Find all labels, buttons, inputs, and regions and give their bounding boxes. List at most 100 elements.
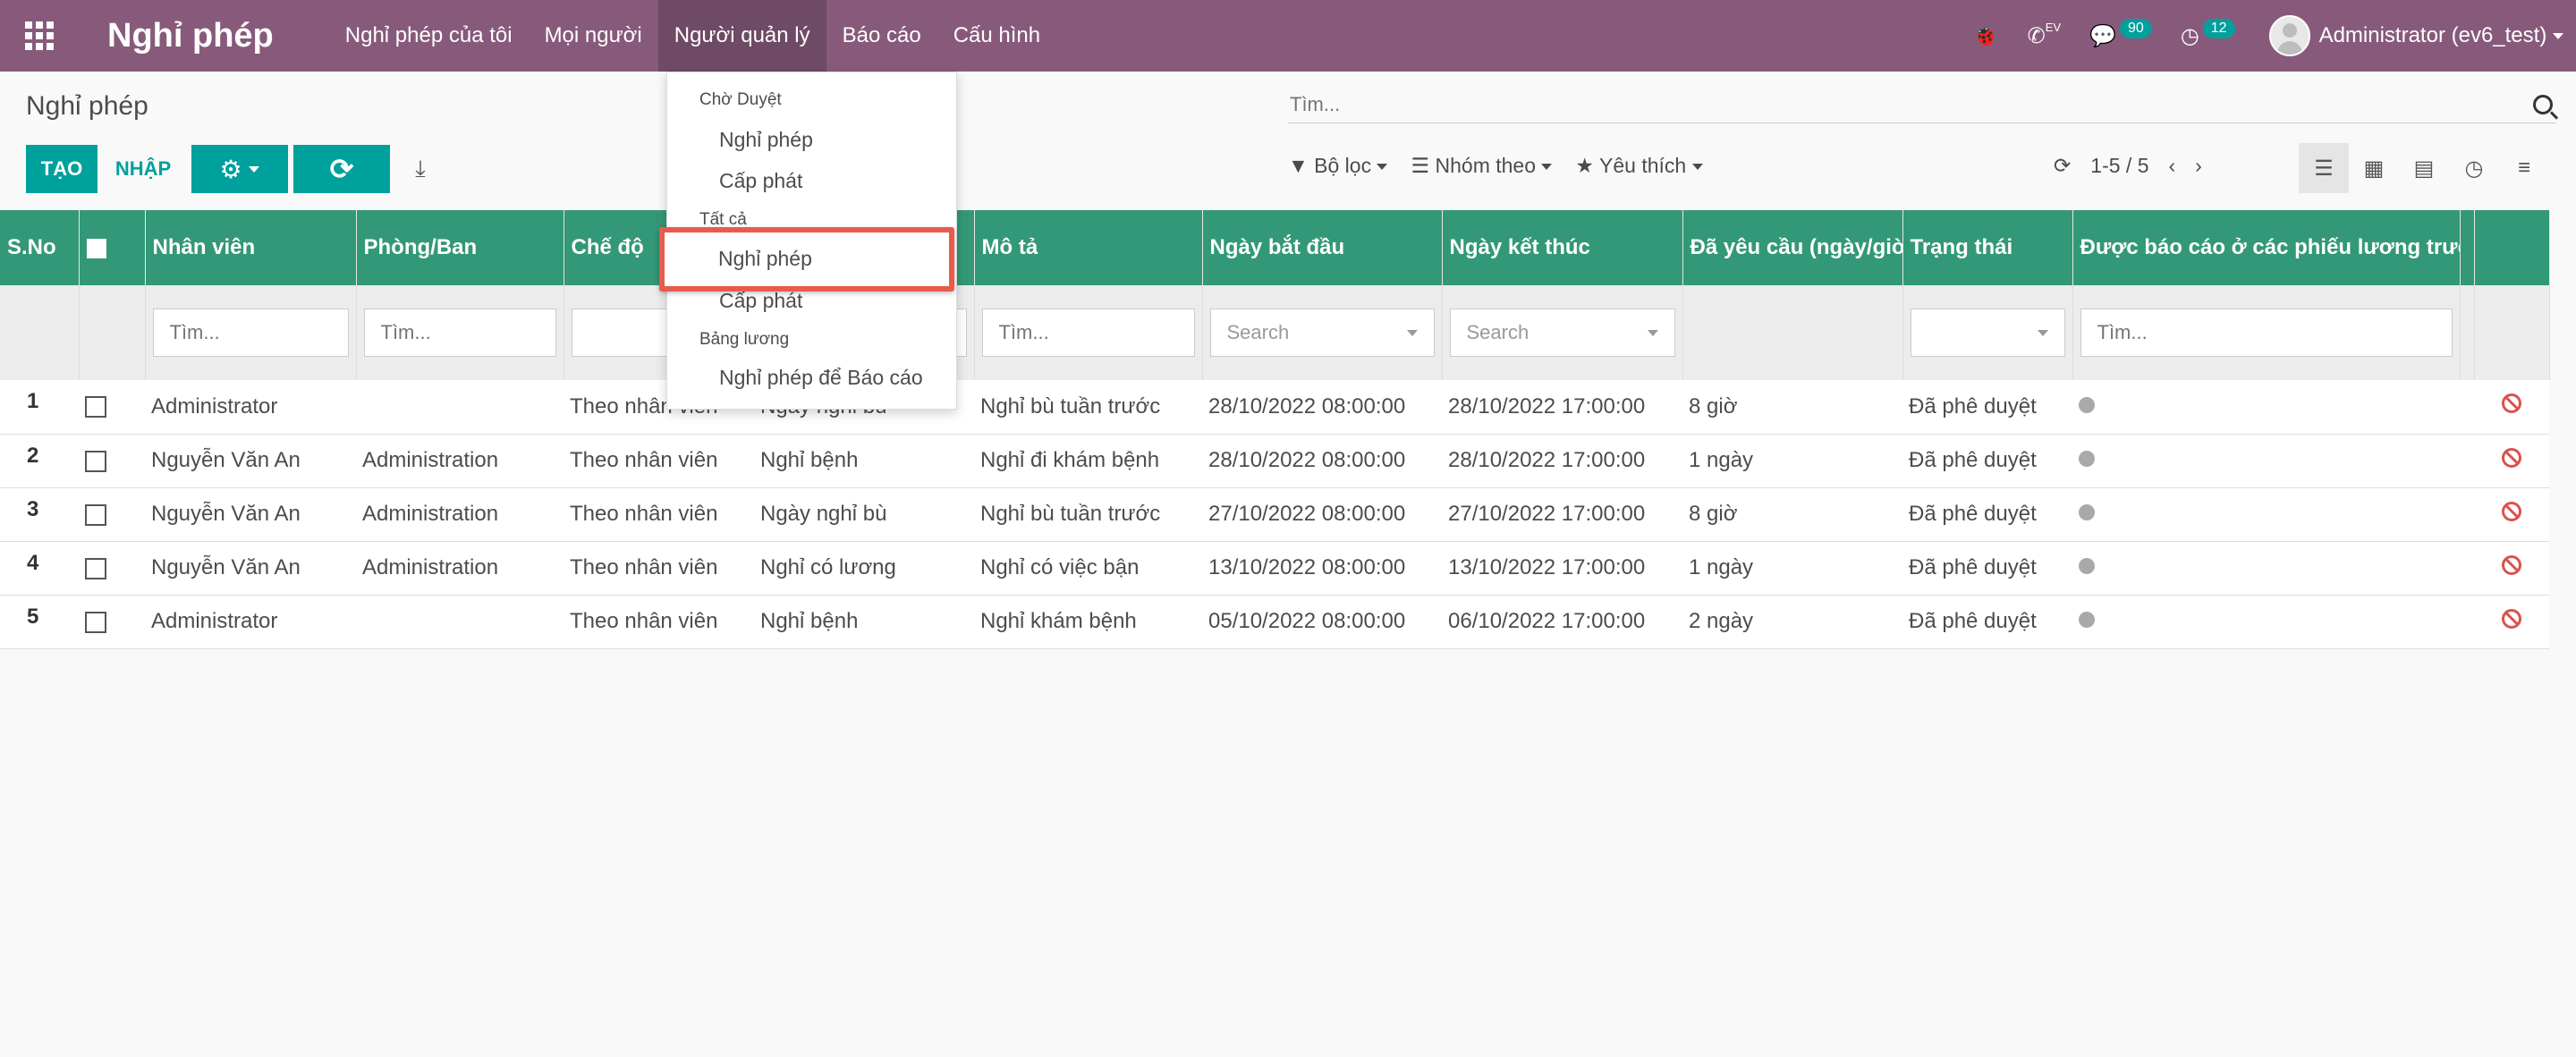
search-input[interactable] — [1288, 88, 2556, 122]
table-row[interactable]: 4 Nguyễn Văn An Administration Theo nhân vi… — [0, 541, 2549, 596]
cell-start: 28/10/2022 08:00:00 — [1202, 434, 1442, 488]
status-dot-icon — [2079, 612, 2095, 628]
cell-type: Ngày nghỉ bù — [754, 487, 974, 542]
filter-end-select[interactable]: Search — [1449, 309, 1675, 357]
filter-dropdown[interactable]: ▼ Bộ lọc — [1288, 154, 1388, 178]
dropdown-pending-leaves[interactable]: Nghỉ phép — [719, 128, 813, 152]
download-icon[interactable]: ⤓ — [404, 152, 436, 186]
activity-view-icon[interactable]: ◷ — [2449, 143, 2499, 193]
filter-cell-extra — [2460, 285, 2475, 380]
col-end[interactable]: Ngày kết thúc — [1442, 210, 1683, 285]
cell-end: 28/10/2022 17:00:00 — [1442, 434, 1682, 488]
menu-everyone[interactable]: Mọi người — [529, 0, 658, 72]
cell-reported — [2072, 487, 2460, 542]
favorites-dropdown[interactable]: ★ Yêu thích — [1575, 154, 1703, 178]
menu-manager[interactable]: Người quản lý — [657, 0, 826, 72]
table-row[interactable]: 2 Nguyễn Văn An Administration Theo nhân vi… — [0, 434, 2549, 488]
filter-cell-sno — [0, 285, 80, 380]
filter-employee-input[interactable] — [152, 309, 349, 357]
menu-configuration[interactable]: Cấu hình — [937, 0, 1056, 72]
pager-next-icon[interactable]: › — [2195, 154, 2202, 178]
cell-state: Đã phê duyệt — [1902, 541, 2072, 596]
pager-refresh-icon[interactable]: ⟳ — [2054, 154, 2071, 178]
filter-reported-input[interactable] — [2080, 309, 2453, 357]
kanban-view-icon[interactable]: ▦ — [2349, 143, 2399, 193]
status-dot-icon — [2079, 396, 2095, 413]
menu-my-leaves[interactable]: Nghỉ phép của tôi — [329, 0, 529, 72]
filter-cell-actions — [2474, 285, 2550, 380]
table-row[interactable]: 5 Administrator Theo nhân viên Nghỉ bệnh Ngh… — [0, 595, 2549, 649]
col-select-all[interactable] — [79, 210, 146, 285]
dropdown-section-pending: Chờ Duyệt — [699, 90, 782, 109]
col-sno[interactable]: S.No — [0, 210, 80, 285]
cell-reported — [2072, 595, 2460, 649]
cell-actions — [2474, 434, 2549, 488]
select-all-checkbox[interactable] — [86, 238, 106, 258]
list-view-icon[interactable]: ☰ — [2299, 143, 2349, 193]
row-checkbox[interactable] — [85, 503, 106, 526]
dropdown-all-leaves-highlighted[interactable]: Nghỉ phép — [659, 227, 954, 292]
col-department[interactable]: Phòng/Ban — [356, 210, 564, 285]
pager-value[interactable]: 1-5 / 5 — [2090, 154, 2148, 178]
refuse-ban-icon[interactable] — [2502, 554, 2521, 575]
pager-prev-icon[interactable]: ‹ — [2169, 154, 2176, 178]
cell-start: 28/10/2022 08:00:00 — [1202, 380, 1442, 435]
col-employee[interactable]: Nhân viên — [145, 210, 357, 285]
calendar-view-icon[interactable]: ▤ — [2399, 143, 2449, 193]
status-dot-icon — [2079, 504, 2095, 520]
filter-cell-end: Search — [1442, 285, 1683, 380]
cell-department: Administration — [356, 434, 564, 488]
filter-start-select[interactable]: Search — [1209, 309, 1435, 357]
phone-icon[interactable]: ✆ EV — [2028, 21, 2061, 49]
user-avatar[interactable] — [2268, 15, 2310, 56]
dropdown-all-allocations[interactable]: Cấp phát — [719, 289, 802, 313]
group-by-dropdown[interactable]: ☰ Nhóm theo — [1411, 154, 1553, 178]
cell-actions — [2474, 487, 2549, 542]
cell-mode: Theo nhân viên — [564, 595, 754, 649]
activities-clock-icon[interactable]: ◷ 12 — [2181, 19, 2235, 49]
col-state[interactable]: Trạng thái — [1902, 210, 2073, 285]
cell-actions — [2474, 541, 2549, 596]
refuse-ban-icon[interactable] — [2502, 501, 2521, 521]
app-brand[interactable]: Nghỉ phép — [107, 17, 274, 55]
pivot-view-icon[interactable]: ≡ — [2499, 143, 2549, 193]
filter-state-select[interactable] — [1910, 309, 2065, 357]
refresh-icon: ⟳ — [329, 153, 354, 185]
col-start[interactable]: Ngày bắt đầu — [1202, 210, 1443, 285]
filter-department-input[interactable] — [363, 309, 556, 357]
debug-bug-icon[interactable]: 🐞 — [1972, 23, 1999, 49]
cell-start: 13/10/2022 08:00:00 — [1202, 541, 1442, 596]
refresh-button[interactable]: ⟳ — [293, 145, 390, 193]
search-icon[interactable] — [2533, 95, 2553, 114]
import-button[interactable]: NHẬP — [106, 145, 181, 193]
row-checkbox[interactable] — [85, 611, 106, 633]
table-row[interactable]: 3 Nguyễn Văn An Administration Theo nhân vi… — [0, 487, 2549, 542]
view-switcher: ☰ ▦ ▤ ◷ ≡ — [2299, 143, 2549, 193]
row-checkbox[interactable] — [85, 557, 106, 579]
row-checkbox[interactable] — [85, 450, 106, 472]
create-button[interactable]: TẠO — [26, 145, 97, 193]
col-requested[interactable]: Đã yêu cầu (ngày/giờ) — [1682, 210, 1903, 285]
refuse-ban-icon[interactable] — [2502, 608, 2521, 629]
row-checkbox[interactable] — [85, 396, 106, 419]
filter-cell-state — [1902, 285, 2073, 380]
menu-reports[interactable]: Báo cáo — [826, 0, 937, 72]
apps-menu-icon[interactable] — [13, 0, 66, 72]
col-description[interactable]: Mô tả — [974, 210, 1203, 285]
cell-requested: 1 ngày — [1682, 434, 1902, 488]
col-reported[interactable]: Được báo cáo ở các phiếu lương trước — [2072, 210, 2461, 285]
cell-description: Nghỉ bù tuần trước — [974, 487, 1202, 542]
cell-mode: Theo nhân viên — [564, 541, 754, 596]
table-row[interactable]: 1AdministratorTheo nhân viênNgày nghỉ bù… — [0, 380, 2549, 435]
filter-label: Bộ lọc — [1314, 154, 1372, 177]
cell-end: 13/10/2022 17:00:00 — [1442, 541, 1682, 596]
messages-icon[interactable]: 💬 90 — [2089, 19, 2152, 49]
dropdown-pending-allocations[interactable]: Cấp phát — [719, 169, 802, 193]
filter-description-input[interactable] — [981, 309, 1195, 357]
action-gear-button[interactable]: ⚙ — [191, 145, 288, 193]
refuse-ban-icon[interactable] — [2502, 393, 2521, 414]
refuse-ban-icon[interactable] — [2502, 447, 2521, 468]
dropdown-leaves-to-report[interactable]: Nghỉ phép để Báo cáo — [719, 366, 923, 390]
dropdown-all-leaves-label: Nghỉ phép — [718, 247, 812, 270]
user-menu[interactable]: Administrator (ev6_test) — [2319, 23, 2563, 48]
